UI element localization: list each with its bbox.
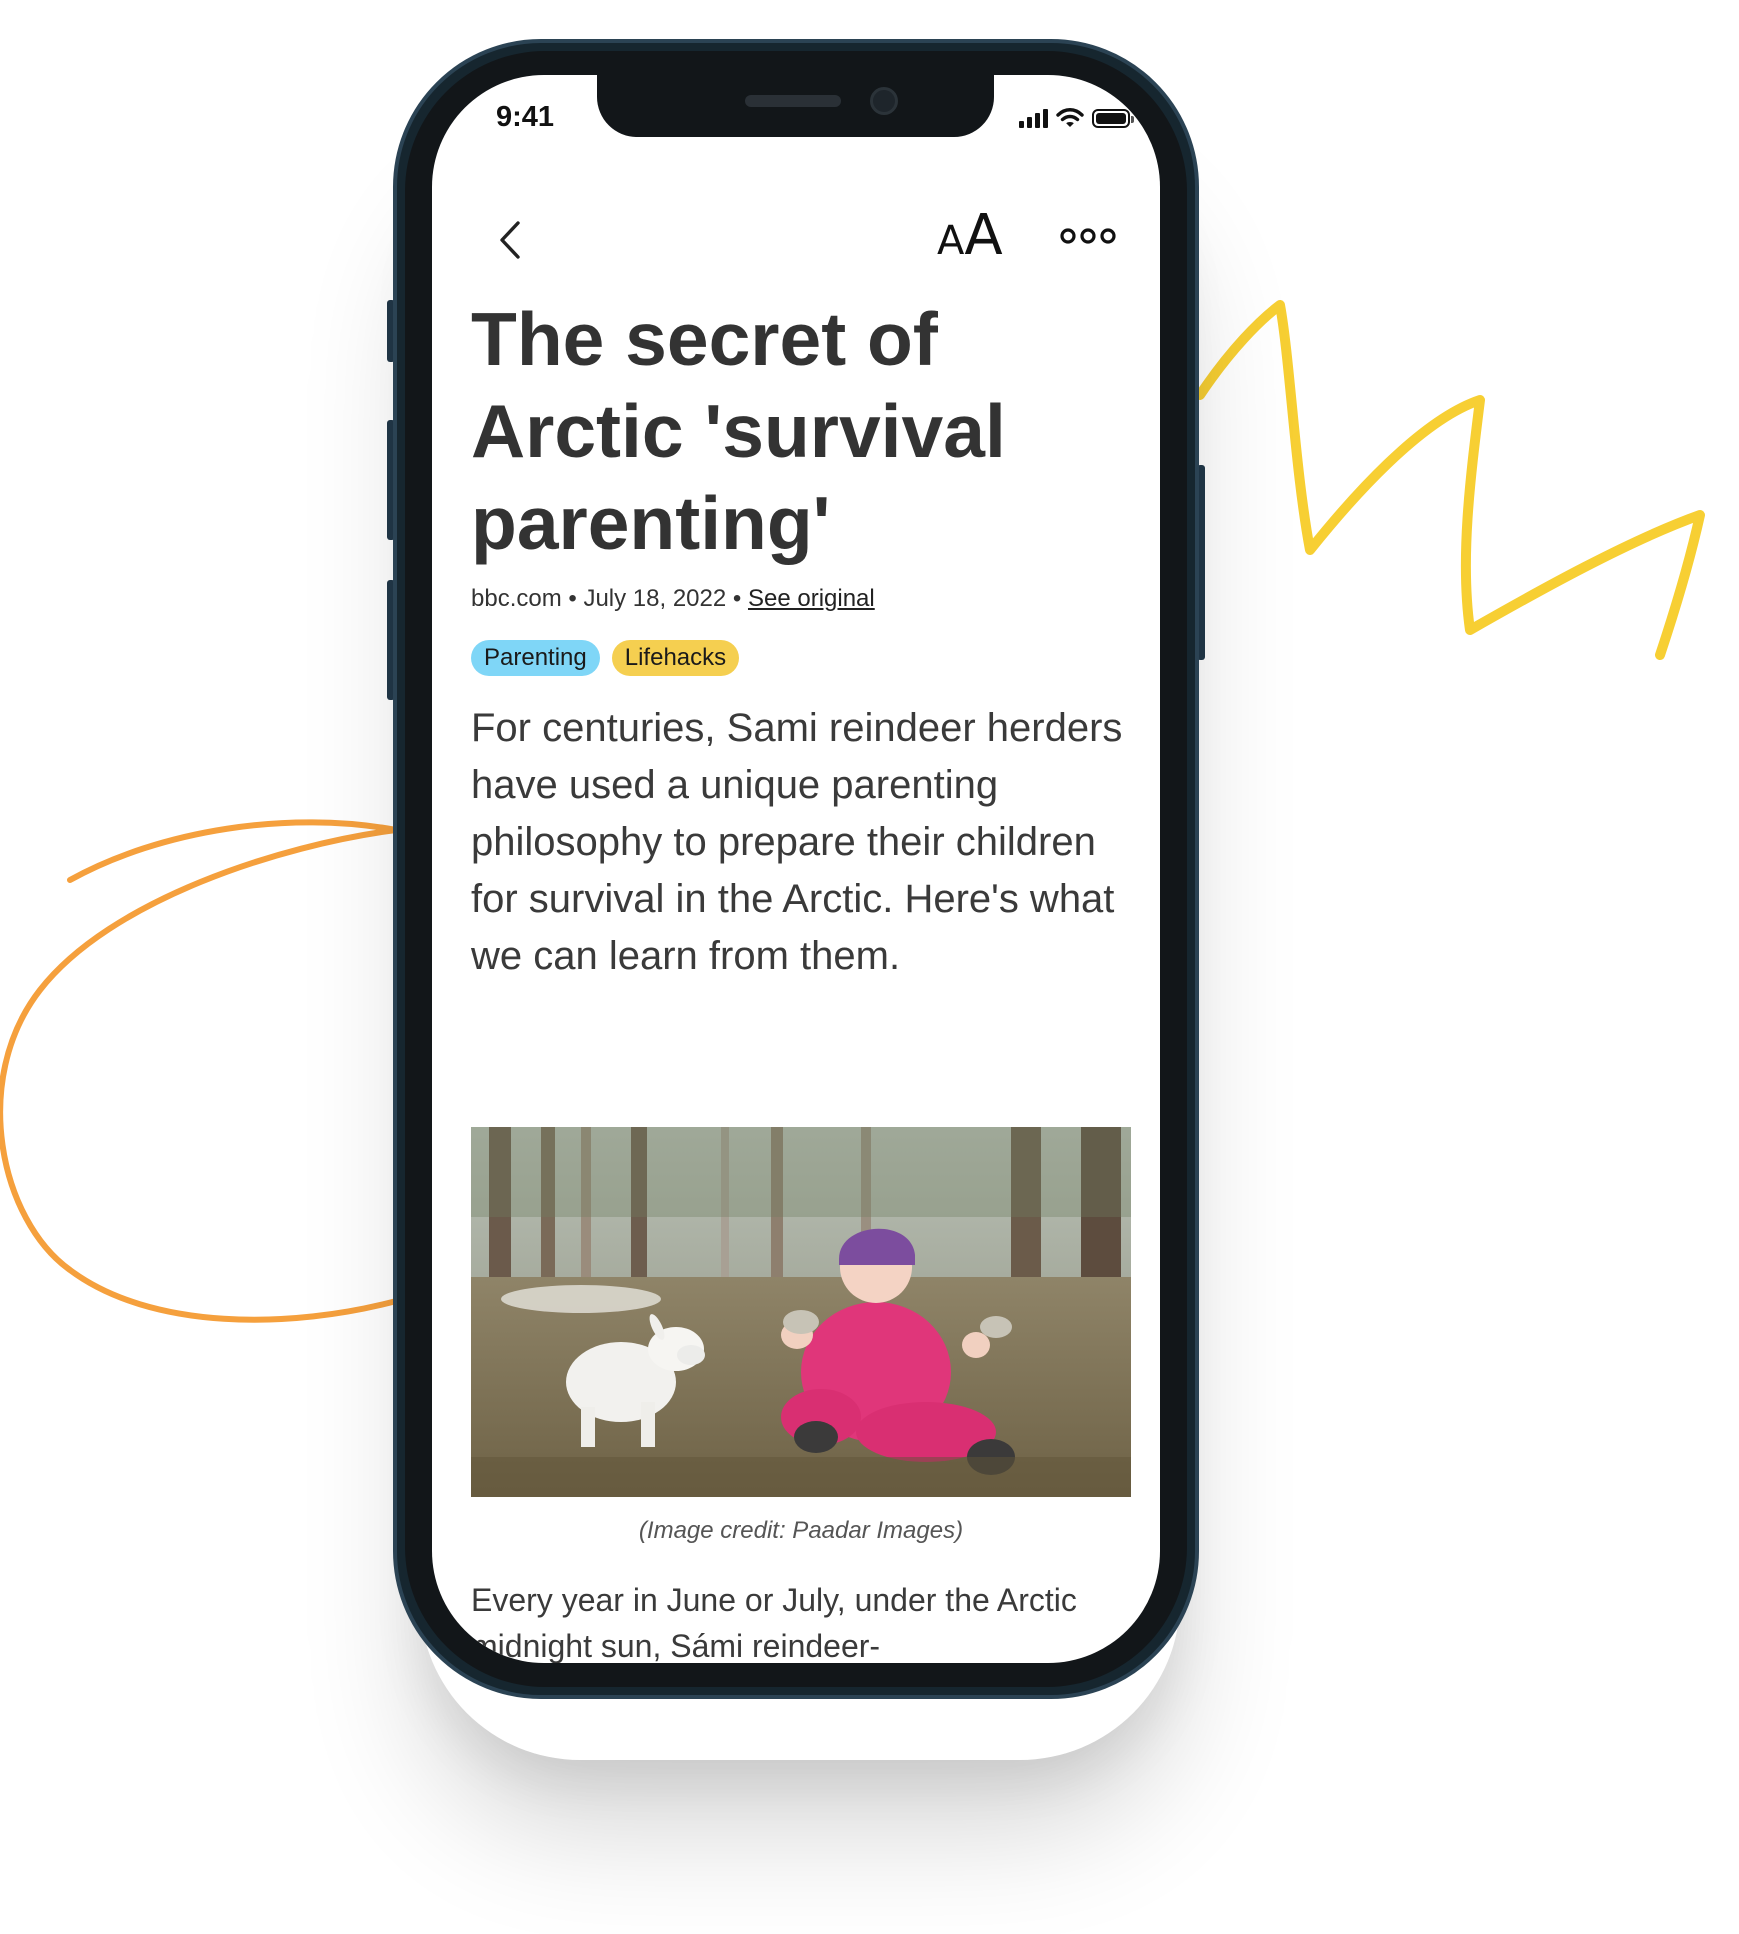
earpiece-speaker	[745, 95, 841, 107]
article-date: July 18, 2022	[583, 585, 727, 612]
wifi-icon	[1056, 108, 1084, 127]
article-meta: bbc.com • July 18, 2022 • See original	[471, 585, 875, 613]
cellular-signal-icon	[1019, 108, 1048, 128]
article-source: bbc.com	[471, 585, 562, 612]
see-original-link[interactable]: See original	[748, 585, 875, 612]
status-time: 9:41	[496, 101, 555, 133]
meta-separator: •	[568, 585, 577, 612]
reader-toolbar: AA	[432, 195, 1160, 295]
back-button[interactable]	[492, 215, 532, 265]
chevron-left-icon	[500, 221, 520, 259]
text-size-large-glyph: A	[964, 203, 1003, 268]
more-options-button[interactable]	[1060, 225, 1116, 251]
article-summary: For centuries, Sami reindeer herders hav…	[471, 706, 1123, 978]
front-camera	[870, 87, 898, 115]
article-title: The secret of Arctic 'survival parenting…	[471, 297, 1006, 565]
child-with-reindeer-photo	[471, 1127, 1131, 1497]
article-tags: Parenting Lifehacks	[471, 640, 740, 676]
text-size-small-glyph: A	[937, 218, 965, 264]
tag-parenting[interactable]: Parenting	[471, 640, 600, 676]
article-image	[471, 1127, 1131, 1497]
phone-screen: 9:41 AA The secret of Arctic 'survival p…	[432, 75, 1160, 1663]
yellow-scribble	[1195, 300, 1705, 660]
tag-lifehacks[interactable]: Lifehacks	[611, 640, 740, 676]
image-caption: (Image credit: Paadar Images)	[638, 1517, 964, 1544]
battery-icon	[1092, 108, 1134, 128]
ellipsis-icon	[1060, 228, 1116, 244]
notch	[597, 75, 994, 137]
status-icons	[1019, 107, 1134, 129]
meta-separator: •	[732, 585, 742, 612]
text-size-button[interactable]: AA	[937, 203, 1003, 268]
orange-scribble	[0, 819, 403, 1323]
article-body: Every year in June or July, under the Ar…	[471, 1582, 1077, 1663]
